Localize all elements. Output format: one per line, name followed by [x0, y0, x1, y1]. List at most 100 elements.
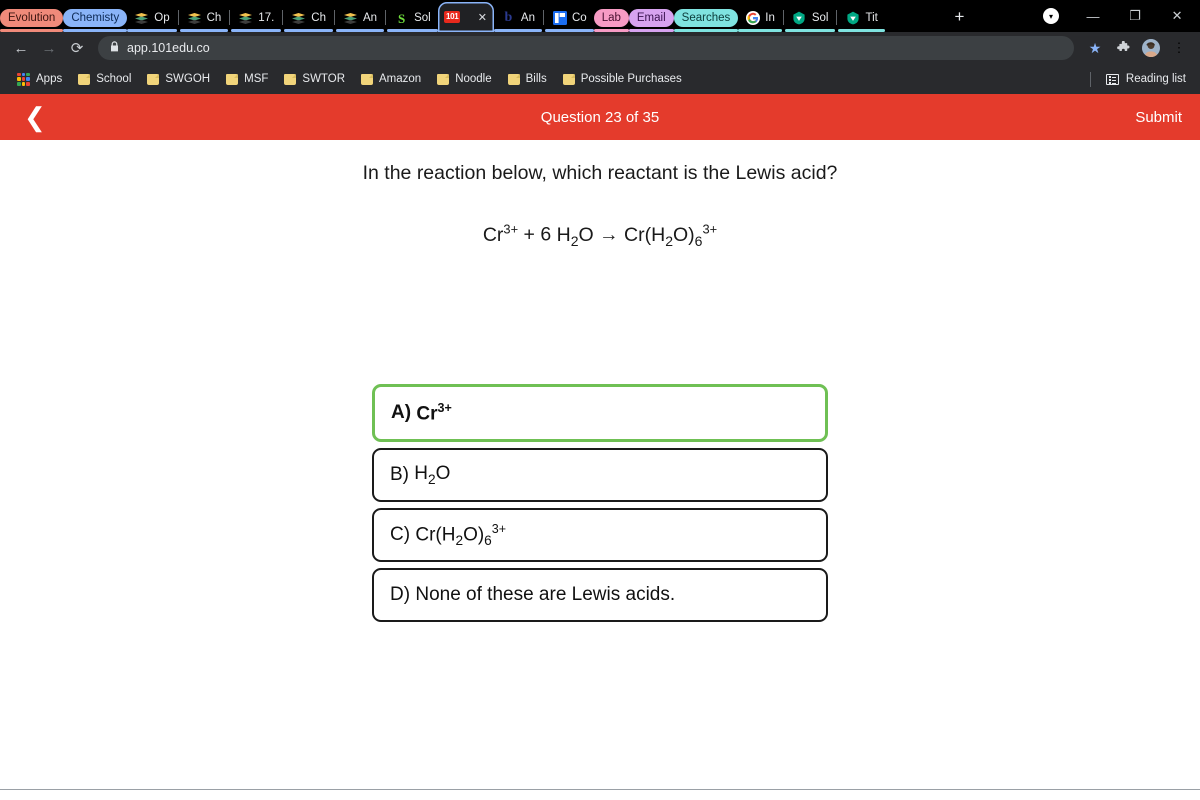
bookmark-bills[interactable]: Bills [501, 70, 554, 88]
tab-group-evolution[interactable]: Evolution [0, 9, 64, 27]
folder-icon [437, 73, 450, 85]
forward-button[interactable]: → [36, 35, 62, 61]
bookmark-noodle[interactable]: Noodle [430, 70, 498, 88]
tab-group-email[interactable]: Email [628, 9, 674, 27]
bookmark-star-icon[interactable]: ★ [1082, 35, 1108, 61]
apps-grid-icon [17, 72, 30, 86]
tab-divider [385, 10, 387, 25]
tab-group-searches[interactable]: Searches [673, 9, 739, 27]
avatar[interactable] [1138, 35, 1164, 61]
new-tab-button[interactable]: + [945, 3, 973, 31]
submit-button[interactable]: Submit [1135, 109, 1182, 126]
tab-group-strip [838, 29, 885, 32]
tab-group-strip [493, 29, 542, 32]
answer-option-text: H2O [414, 463, 450, 487]
tab-label: An [363, 12, 378, 24]
socratic-s-icon: S [397, 10, 406, 26]
browser-window: Evolution Chemisty Op Ch 17. Ch An S Sol 101 ✕ b An C… [0, 0, 1200, 800]
browser-menu-button[interactable]: ⋮ [1166, 35, 1192, 61]
answer-option-d[interactable]: D) None of these are Lewis acids. [372, 568, 828, 623]
browser-tab[interactable]: In [738, 4, 782, 32]
books-icon [238, 11, 253, 26]
address-bar[interactable]: app.101edu.co [98, 36, 1074, 60]
tab-label: An [520, 12, 535, 24]
bookmark-amazon[interactable]: Amazon [354, 70, 428, 88]
bookmark-apps[interactable]: Apps [10, 70, 69, 89]
browser-tab[interactable]: b An [494, 4, 542, 32]
answer-option-prefix: D) [390, 584, 411, 606]
browser-tab[interactable]: Co [545, 4, 594, 32]
bookmark-label: MSF [244, 73, 269, 85]
tab-group-label: Email [636, 12, 666, 24]
tab-divider [334, 10, 335, 25]
toolbar-divider [1089, 71, 1091, 87]
answer-option-formula: None of these are Lewis acids. [415, 584, 676, 606]
tab-group-strip [738, 29, 782, 32]
tab-label: Sol [811, 12, 829, 24]
back-chevron-icon[interactable]: ❮ [18, 104, 52, 130]
browser-tab[interactable]: Ch [284, 4, 333, 32]
reload-button[interactable]: ⟳ [64, 35, 90, 61]
extensions-puzzle-icon[interactable] [1110, 35, 1136, 61]
answer-option-c[interactable]: C) Cr(H2O)63+ [372, 508, 828, 563]
bookmark-msf[interactable]: MSF [219, 70, 275, 88]
bookmark-label: SWTOR [302, 73, 345, 85]
tab-divider [177, 10, 179, 25]
tab-group-strip [628, 29, 674, 32]
browser-tab[interactable]: Op [127, 4, 176, 32]
profile-dropdown-button[interactable]: ▾ [1030, 0, 1072, 32]
answer-option-prefix: B) [390, 464, 409, 486]
answer-option-formula-tail: O) [463, 524, 485, 546]
tab-group-strip [231, 29, 282, 32]
folder-icon [284, 73, 297, 85]
bookmark-swgoh[interactable]: SWGOH [140, 70, 217, 88]
lock-icon [110, 41, 119, 55]
close-tab-icon[interactable]: ✕ [478, 11, 487, 24]
equation-arrow-icon: → [599, 223, 619, 246]
close-window-button[interactable]: ✕ [1156, 0, 1198, 32]
reading-list-label: Reading list [1125, 73, 1186, 85]
tab-group-strip [127, 29, 177, 32]
answer-option-b[interactable]: B) H2O [372, 448, 828, 503]
minimize-button[interactable]: — [1072, 0, 1114, 32]
green-shield-icon [792, 11, 807, 26]
equation-reactant-2: H2O [556, 223, 594, 249]
tab-group-strip [284, 29, 333, 32]
tab-label: In [765, 12, 775, 24]
chevron-down-icon: ▾ [1043, 8, 1060, 24]
bartleby-b-icon: b [504, 10, 513, 25]
bookmark-label: SWGOH [165, 73, 211, 85]
browser-tab[interactable]: S Sol [387, 4, 438, 32]
tab-group-lab[interactable]: Lab [593, 9, 629, 27]
tab-group-strip [784, 29, 836, 32]
subscript: 2 [428, 472, 436, 488]
maximize-button[interactable]: ❐ [1114, 0, 1156, 32]
answer-option-a[interactable]: A) Cr3+ [372, 384, 828, 443]
tab-label: Sol [414, 12, 431, 24]
tab-group-chemisty[interactable]: Chemisty [63, 9, 128, 27]
window-controls: ▾ — ❐ ✕ [1030, 0, 1200, 32]
bookmark-folder-list: School SWGOH MSF SWTOR Amazon Noodle Bills Poss… [71, 70, 689, 88]
browser-tab[interactable]: An [336, 4, 384, 32]
browser-tab-active[interactable]: 101 ✕ [437, 2, 494, 32]
browser-tab[interactable]: 17. [231, 4, 281, 32]
tab-group-strip [387, 29, 438, 32]
tab-label: Tit [865, 12, 878, 24]
101-edu-icon: 101 [443, 11, 461, 23]
tab-label: Co [572, 12, 587, 24]
browser-tab[interactable]: Tit [838, 4, 884, 32]
bookmark-possible-purchases[interactable]: Possible Purchases [556, 70, 689, 88]
browser-tab[interactable]: Ch [180, 4, 229, 32]
equation-product: Cr(H2O)63+ [624, 221, 718, 249]
browser-tab[interactable]: Sol [785, 4, 836, 32]
tab-group-strip [63, 29, 128, 32]
bookmark-label: Noodle [455, 73, 492, 85]
bookmark-swtor[interactable]: SWTOR [277, 70, 352, 88]
tab-group-label: Lab [601, 12, 621, 24]
green-shield-icon [845, 11, 860, 26]
bookmark-school[interactable]: School [71, 70, 138, 88]
reading-list-button[interactable]: Reading list [1089, 71, 1190, 87]
question-body: In the reaction below, which reactant is… [0, 140, 1200, 800]
folder-icon [507, 73, 520, 85]
back-button[interactable]: ← [8, 35, 34, 61]
